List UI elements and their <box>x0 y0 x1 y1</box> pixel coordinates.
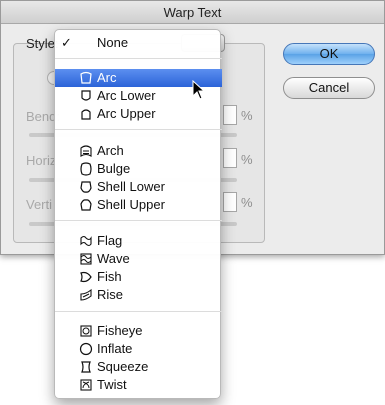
shell-upper-icon <box>80 199 92 211</box>
mouse-cursor-icon <box>192 80 206 100</box>
menu-item-wave[interactable]: Wave <box>55 250 222 268</box>
menu-item-label: Fish <box>97 269 122 284</box>
menu-item-shell-upper[interactable]: Shell Upper <box>55 196 222 214</box>
menu-item-label: Flag <box>97 233 123 248</box>
menu-separator <box>55 220 222 221</box>
fish-icon <box>80 271 92 283</box>
bend-percent: % <box>241 108 253 123</box>
ok-button[interactable]: OK <box>283 43 375 65</box>
menu-item-label: Inflate <box>97 341 133 356</box>
bulge-icon <box>80 162 92 176</box>
menu-item-label: Shell Upper <box>97 197 165 212</box>
menu-item-label: Rise <box>97 287 124 302</box>
horizontal-label: Horiz <box>26 153 57 168</box>
menu-item-fish[interactable]: Fish <box>55 268 222 286</box>
arc-upper-icon <box>81 109 91 120</box>
menu-item-fisheye[interactable]: Fisheye <box>55 322 222 340</box>
bend-field[interactable] <box>223 105 237 125</box>
menu-item-rise[interactable]: Rise <box>55 286 222 304</box>
dialog-title: Warp Text <box>1 1 384 24</box>
menu-separator <box>55 311 222 312</box>
horizontal-field[interactable] <box>223 148 237 168</box>
menu-item-label: Squeeze <box>97 359 149 374</box>
wave-icon <box>80 253 92 265</box>
menu-item-label: Fisheye <box>97 323 143 338</box>
menu-item-label: Twist <box>97 377 127 392</box>
cancel-button[interactable]: Cancel <box>283 77 375 99</box>
menu-item-inflate[interactable]: Inflate <box>55 340 222 358</box>
twist-icon <box>80 379 92 391</box>
arc-icon <box>80 71 92 84</box>
menu-item-label: Bulge <box>97 161 131 176</box>
menu-item-shell-lower[interactable]: Shell Lower <box>55 178 222 196</box>
menu-item-label: Arch <box>97 143 124 158</box>
menu-item-label: Arc Upper <box>97 106 156 121</box>
vertical-field[interactable] <box>223 192 237 212</box>
vertical-percent: % <box>241 195 253 210</box>
menu-separator <box>55 129 222 130</box>
menu-item-arc-upper[interactable]: Arc Upper <box>55 105 222 123</box>
shell-lower-icon <box>80 181 92 193</box>
menu-item-twist[interactable]: Twist <box>55 376 222 394</box>
menu-item-arch[interactable]: Arch <box>55 142 222 160</box>
menu-item-label: Arc Lower <box>97 88 156 103</box>
checkmark-icon: ✓ <box>61 35 72 50</box>
vertical-label: Verti <box>26 197 53 212</box>
menu-item-bulge[interactable]: Bulge <box>55 160 222 178</box>
menu-separator <box>55 58 222 59</box>
inflate-icon <box>79 342 93 356</box>
menu-item-flag[interactable]: Flag <box>55 232 222 250</box>
flag-icon <box>80 235 92 247</box>
menu-item-none[interactable]: ✓ None <box>55 34 222 52</box>
menu-item-squeeze[interactable]: Squeeze <box>55 358 222 376</box>
menu-item-label: Wave <box>97 251 130 266</box>
squeeze-icon <box>81 361 91 373</box>
menu-item-label: Arc <box>97 70 117 85</box>
menu-item-label: None <box>97 35 129 50</box>
horizontal-percent: % <box>241 152 253 167</box>
arc-lower-icon <box>81 90 91 101</box>
menu-item-label: Shell Lower <box>97 179 165 194</box>
rise-icon <box>80 288 92 301</box>
arch-icon <box>80 145 92 157</box>
fisheye-icon <box>80 325 92 337</box>
